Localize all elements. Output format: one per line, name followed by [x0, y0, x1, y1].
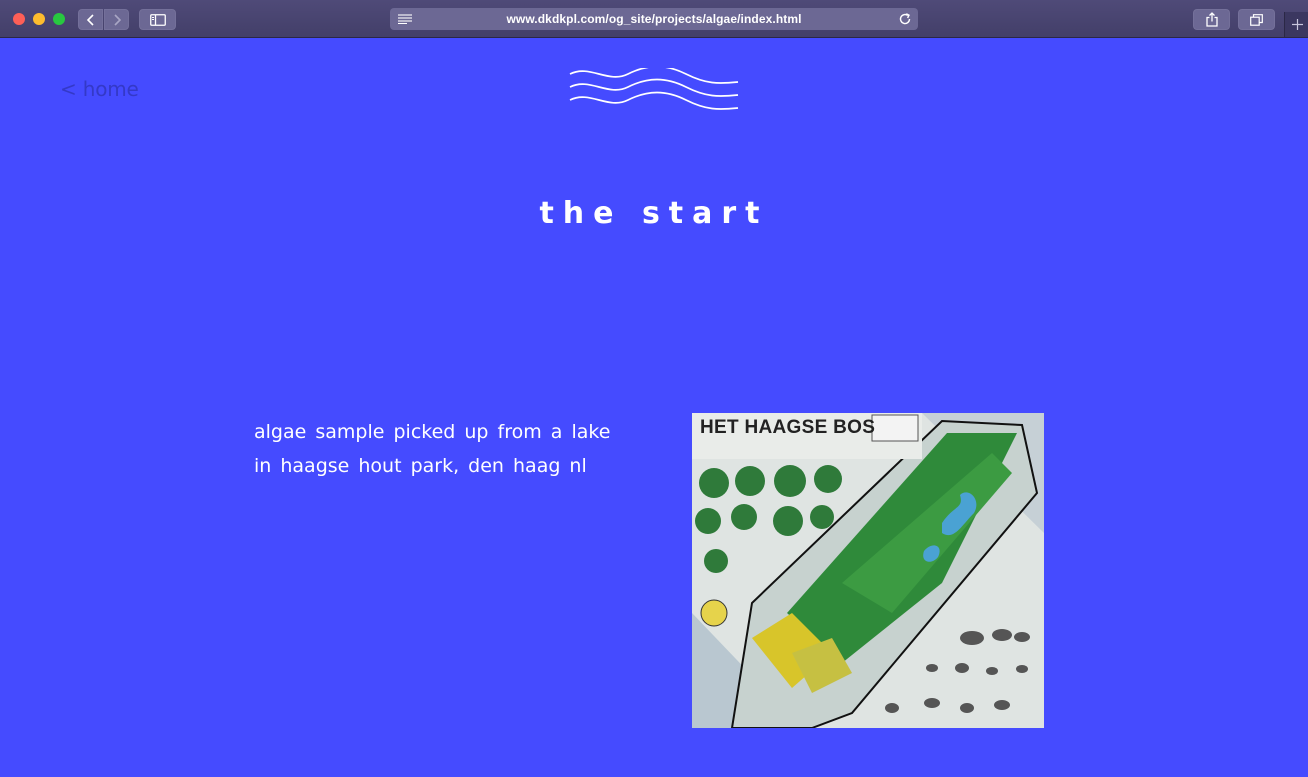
tabs-overview-button[interactable]: [1238, 9, 1275, 30]
project-description: algae sample picked up from a lake in ha…: [254, 421, 611, 477]
reload-icon[interactable]: [898, 12, 912, 26]
share-icon: [1205, 12, 1218, 27]
url-text[interactable]: www.dkdkpl.com/og_site/projects/algae/in…: [506, 12, 801, 26]
map-title: HET HAAGSE BOS: [700, 417, 876, 438]
park-map-illustration: [692, 413, 1044, 728]
sidebar-toggle-button[interactable]: [139, 9, 176, 30]
park-map-image: HET HAAGSE BOS: [692, 413, 1044, 728]
address-bar[interactable]: www.dkdkpl.com/og_site/projects/algae/in…: [390, 8, 918, 30]
forward-icon: [113, 13, 121, 26]
waves-icon[interactable]: [568, 68, 740, 114]
zoom-window-button[interactable]: [53, 13, 65, 25]
new-tab-icon: [1291, 19, 1303, 30]
back-icon: [86, 13, 94, 26]
minimize-window-button[interactable]: [33, 13, 45, 25]
page-title: the start: [539, 196, 769, 231]
reader-icon[interactable]: [398, 14, 412, 24]
home-link[interactable]: < home: [60, 77, 139, 101]
back-button[interactable]: [78, 9, 103, 30]
forward-button[interactable]: [104, 9, 129, 30]
tabs-icon: [1250, 13, 1263, 26]
new-tab-button[interactable]: [1284, 12, 1308, 37]
sidebar-icon: [149, 13, 166, 26]
share-button[interactable]: [1193, 9, 1230, 30]
browser-toolbar: www.dkdkpl.com/og_site/projects/algae/in…: [0, 0, 1308, 38]
close-window-button[interactable]: [13, 13, 25, 25]
